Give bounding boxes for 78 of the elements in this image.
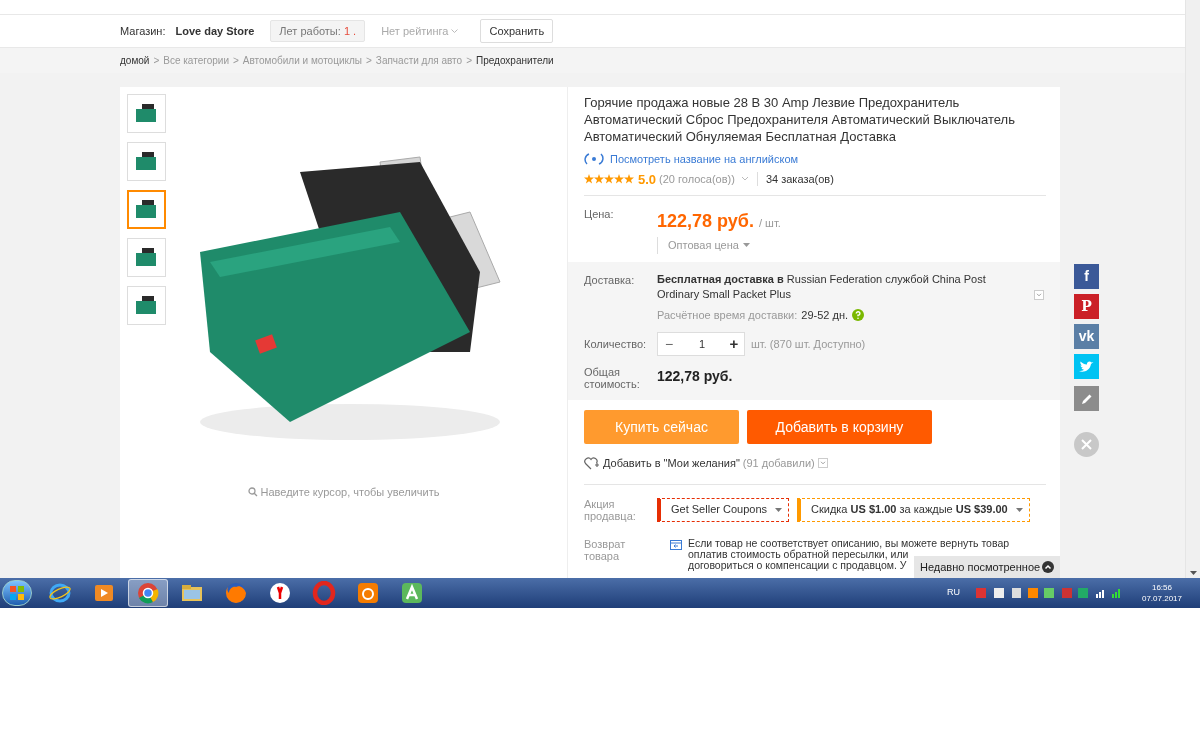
price-unit: / шт. — [758, 216, 781, 231]
clock-date[interactable]: 07.07.2017 — [1141, 593, 1182, 604]
quantity-stepper[interactable]: − 1 + — [657, 332, 745, 356]
pencil-icon — [1080, 392, 1093, 405]
language-indicator[interactable]: RU — [946, 586, 960, 600]
save-button[interactable]: Сохранить — [480, 18, 554, 44]
price-label: Цена: — [584, 207, 615, 222]
breadcrumb-separator: > — [153, 54, 160, 68]
delivery-time-label: Расчётное время доставки: — [657, 307, 798, 323]
app-icon — [136, 581, 160, 605]
caret-icon — [775, 507, 782, 512]
app-icon — [400, 581, 424, 605]
breadcrumb-separator: > — [232, 54, 239, 68]
promo-label: Акция продавца: — [584, 497, 637, 522]
scrollbar[interactable] — [1185, 0, 1200, 578]
total-price: 122,78 руб. — [657, 367, 733, 386]
share-button[interactable]: P — [1074, 294, 1099, 319]
share-button[interactable]: f — [1074, 264, 1099, 289]
bird-icon — [1079, 360, 1094, 373]
breadcrumb-separator: > — [466, 54, 472, 68]
start-button[interactable] — [2, 580, 32, 606]
chevron-icon — [740, 176, 749, 183]
help-icon — [852, 308, 865, 321]
coupon-dropdown[interactable]: Скидка US $1.00 за каждые US $39.00 — [797, 497, 1030, 522]
store-label: Магазин: — [120, 23, 166, 39]
heart-plus-icon — [584, 456, 600, 470]
star-icon — [624, 174, 634, 185]
app-icon — [356, 581, 380, 605]
breadcrumb-link[interactable]: домой — [120, 53, 150, 68]
quantity-label: Количество: — [584, 336, 648, 352]
delivery-label: Доставка: — [584, 272, 636, 288]
chevron-icon — [451, 28, 459, 34]
price: 122,78 руб. — [657, 210, 754, 233]
close-icon — [1081, 439, 1092, 450]
years-badge: Лет работы: 1 . — [270, 19, 366, 43]
return-label: Возврат товара — [584, 537, 627, 564]
caret-icon — [742, 243, 750, 248]
translate-icon — [584, 152, 604, 167]
return-policy-line: Если товар не соответствует описанию, вы можете вернуть товар — [688, 537, 1010, 549]
app-icon — [48, 581, 72, 605]
windows-logo-icon — [10, 586, 24, 600]
zoom-hint: Наведите курсор, чтобы увеличить — [120, 484, 567, 501]
edit-button[interactable] — [1074, 386, 1099, 411]
share-button[interactable]: vk — [1074, 324, 1099, 349]
wishlist-count: (91 добавили) — [742, 456, 815, 471]
breadcrumb-link[interactable]: Предохранители — [475, 53, 554, 68]
increase-button[interactable]: + — [724, 332, 744, 356]
delivery-time: 29-52 дн. — [801, 307, 849, 323]
return-policy-icon — [670, 539, 682, 550]
total-label: Общая стоимость: — [584, 366, 641, 390]
caret-icon — [1015, 507, 1023, 512]
search-icon — [247, 487, 258, 498]
clock-time[interactable]: 16:56 — [1151, 582, 1172, 593]
rating-score: 5.0 — [638, 170, 657, 189]
recently-viewed-bar[interactable]: Недавно посмотренное — [914, 556, 1060, 578]
store-name-link[interactable]: Love day Store — [175, 22, 255, 40]
translate-link[interactable]: Посмотреть название на английском — [610, 151, 799, 168]
orders-count: 34 заказа(ов) — [765, 172, 834, 187]
chevron-up-icon — [1042, 561, 1054, 573]
scroll-down-icon — [1189, 571, 1197, 575]
decrease-button[interactable]: − — [658, 333, 680, 355]
thumbnail[interactable] — [127, 190, 166, 229]
app-icon — [224, 581, 248, 605]
star-icon — [604, 174, 614, 185]
delivery-text: Бесплатная доставка в Russian Federation службой China Post Ordinary Small Packet Plus — [657, 271, 987, 302]
wishlist-link[interactable]: Добавить в "Мои желания" — [603, 455, 740, 472]
breadcrumb-separator: > — [366, 54, 372, 68]
return-policy-line: договориться о компенсации с продавцом. У — [688, 559, 907, 571]
star-icon — [614, 174, 624, 185]
app-icon — [268, 581, 292, 605]
coupon-dropdown[interactable]: Get Seller Coupons — [657, 497, 789, 522]
return-policy-line: оплатив стоимость обратной пересылки, или — [688, 548, 909, 560]
app-icon — [312, 581, 336, 605]
product-title: Горячие продажа новые 28 В 30 Amp Лезвие Предохранитель Автоматический Сброс Предохранителя Автоматический Выключатель Автоматический Обнуляемая Бесплатная Доставка — [584, 94, 1016, 145]
availability-text: шт. (870 шт. Доступно) — [751, 336, 866, 352]
star-icon — [584, 174, 594, 185]
star-icon — [594, 174, 604, 185]
quantity-field[interactable]: 1 — [680, 335, 724, 353]
